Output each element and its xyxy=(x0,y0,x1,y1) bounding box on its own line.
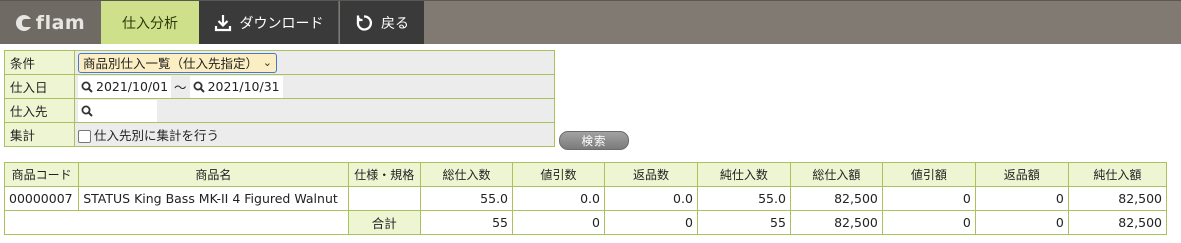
column-header[interactable]: 純仕入額 xyxy=(1067,162,1168,187)
date-range-separator: 〜 xyxy=(174,80,187,95)
cell-net-amount: 82,500 xyxy=(1067,186,1168,211)
total-discount-amount: 0 xyxy=(881,210,976,235)
total-return-amount: 0 xyxy=(974,210,1069,235)
download-button[interactable]: ダウンロード xyxy=(199,1,339,44)
column-header[interactable]: 値引数 xyxy=(512,162,605,187)
back-label: 戻る xyxy=(381,15,409,32)
column-header[interactable]: 値引額 xyxy=(881,162,976,187)
condition-select-value: 商品別仕入一覧（仕入先指定） xyxy=(83,56,259,71)
date-from-field[interactable]: 2021/10/01 xyxy=(78,75,172,98)
download-icon xyxy=(214,14,232,32)
date-to-value: 2021/10/31 xyxy=(207,79,280,94)
total-net-qty: 55 xyxy=(696,210,791,235)
condition-label: 条件 xyxy=(4,50,75,75)
table-header-row: 商品コード 商品名 仕様・規格 総仕入数 値引数 返品数 純仕入数 総仕入額 値… xyxy=(3,162,1168,187)
column-header[interactable]: 総仕入額 xyxy=(789,162,883,187)
aggregate-checkbox-label: 仕入先別に集計を行う xyxy=(94,128,220,143)
column-header[interactable]: 商品名 xyxy=(78,162,349,187)
download-label: ダウンロード xyxy=(239,15,324,32)
results-table: 商品コード 商品名 仕様・規格 総仕入数 値引数 返品数 純仕入数 総仕入額 値… xyxy=(3,162,1168,235)
total-label: 合計 xyxy=(347,210,422,235)
back-button[interactable]: 戻る xyxy=(340,1,424,44)
total-net-amount: 82,500 xyxy=(1067,210,1168,235)
table-total-row: 合計 55 0 0 55 82,500 0 0 82,500 xyxy=(4,210,1168,235)
chevron-down-icon: ⌄ xyxy=(262,56,272,69)
cell-total-amount: 82,500 xyxy=(789,186,883,211)
brand-name: flam xyxy=(35,11,86,34)
brand-logo[interactable]: flam xyxy=(0,1,101,44)
cell-product-name: STATUS King Bass MK-II 4 Figured Walnut xyxy=(78,186,349,211)
supplier-search-field[interactable] xyxy=(78,99,157,122)
flam-logo-icon xyxy=(15,14,34,31)
refresh-icon xyxy=(355,14,373,32)
cell-return-amount: 0 xyxy=(974,186,1069,211)
tab-purchase-analysis-label: 仕入分析 xyxy=(122,15,178,32)
total-discount-qty: 0 xyxy=(512,210,605,235)
cell-discount-qty: 0.0 xyxy=(512,186,605,211)
total-total-amount: 82,500 xyxy=(789,210,883,235)
total-row-spacer xyxy=(4,210,349,235)
aggregate-label: 集計 xyxy=(4,122,75,147)
date-label: 仕入日 xyxy=(4,74,75,99)
cell-total-qty: 55.0 xyxy=(420,186,514,211)
date-from-value: 2021/10/01 xyxy=(96,79,169,94)
cell-discount-amount: 0 xyxy=(881,186,976,211)
column-header[interactable]: 純仕入数 xyxy=(696,162,791,187)
date-to-field[interactable]: 2021/10/31 xyxy=(189,75,283,98)
cell-product-code: 00000007 xyxy=(3,186,80,211)
cell-return-qty: 0.0 xyxy=(603,186,698,211)
search-icon xyxy=(81,105,93,117)
column-header[interactable]: 総仕入数 xyxy=(420,162,514,187)
condition-select[interactable]: 商品別仕入一覧（仕入先指定） ⌄ xyxy=(78,52,277,73)
top-navigation-bar: flam 仕入分析 ダウンロード 戻る xyxy=(0,0,1181,44)
cell-net-qty: 55.0 xyxy=(696,186,791,211)
column-header[interactable]: 返品額 xyxy=(974,162,1069,187)
search-icon xyxy=(81,81,93,93)
column-header[interactable]: 返品数 xyxy=(603,162,698,187)
search-icon xyxy=(193,81,205,93)
tab-purchase-analysis[interactable]: 仕入分析 xyxy=(101,1,199,44)
cell-spec xyxy=(347,186,422,211)
aggregate-by-supplier-checkbox[interactable] xyxy=(78,130,91,143)
table-row[interactable]: 00000007 STATUS King Bass MK-II 4 Figure… xyxy=(3,186,1168,211)
total-return-qty: 0 xyxy=(603,210,698,235)
filter-form: 条件 商品別仕入一覧（仕入先指定） ⌄ 仕入日 2021/10/01 〜 202… xyxy=(4,50,555,147)
column-header[interactable]: 仕様・規格 xyxy=(347,162,422,187)
supplier-label: 仕入先 xyxy=(4,98,75,123)
search-button[interactable]: 検索 xyxy=(559,131,629,150)
column-header[interactable]: 商品コード xyxy=(3,162,80,187)
total-total-qty: 55 xyxy=(420,210,514,235)
